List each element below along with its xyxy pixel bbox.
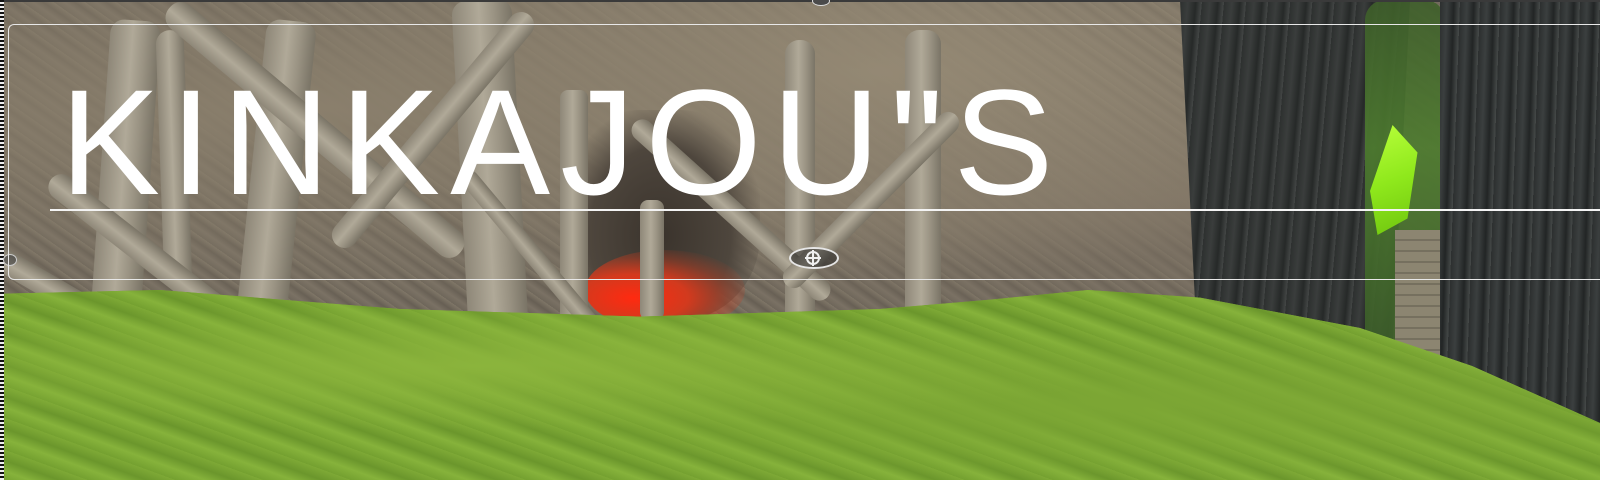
viewport-top-border	[0, 0, 1600, 2]
selection-dotted-edge	[0, 0, 4, 480]
title-text[interactable]: KINKAJOU"S	[60, 72, 1600, 212]
title-baseline	[50, 209, 1600, 211]
game-viewport[interactable]: KINKAJOU"S	[0, 0, 1600, 480]
move-pivot-icon[interactable]	[789, 247, 839, 269]
pivot-crosshair	[812, 250, 814, 266]
